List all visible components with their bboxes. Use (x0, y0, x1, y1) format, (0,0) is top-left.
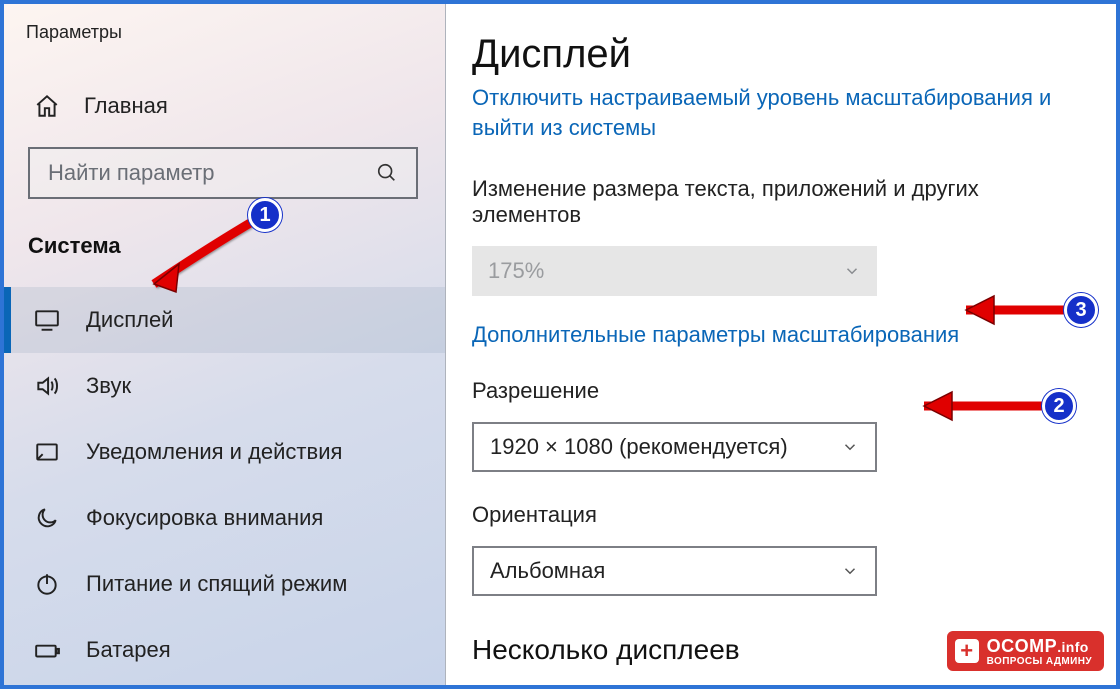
nav-item-label: Батарея (86, 637, 171, 663)
sidebar-item-home[interactable]: Главная (4, 43, 445, 147)
chevron-down-icon (843, 262, 861, 280)
resolution-select[interactable]: 1920 × 1080 (рекомендуется) (472, 422, 877, 472)
notifications-icon (34, 439, 60, 465)
signout-link[interactable]: Отключить настраиваемый уровень масштаби… (472, 83, 1072, 142)
nav-item-display[interactable]: Дисплей (4, 287, 445, 353)
home-icon (34, 93, 60, 119)
scale-value: 175% (488, 258, 544, 284)
power-icon (34, 571, 60, 597)
category-title: Система (4, 199, 445, 269)
moon-icon (34, 505, 60, 531)
chevron-down-icon (841, 438, 859, 456)
orientation-value: Альбомная (490, 558, 605, 584)
search-input-field[interactable] (48, 160, 368, 186)
nav-item-label: Питание и спящий режим (86, 571, 347, 597)
watermark-suffix: .info (1057, 639, 1089, 655)
scale-select: 175% (472, 246, 877, 296)
nav-item-focus[interactable]: Фокусировка внимания (4, 485, 445, 551)
scale-label: Изменение размера текста, приложений и д… (472, 176, 1076, 228)
main: Дисплей Отключить настраиваемый уровень … (446, 4, 1116, 685)
window-title: Параметры (4, 4, 445, 43)
page-title: Дисплей (472, 32, 1076, 77)
resolution-label: Разрешение (472, 378, 1076, 404)
watermark-small: ВОПРОСЫ АДМИНУ (987, 657, 1092, 668)
home-label: Главная (84, 93, 168, 119)
nav-item-label: Уведомления и действия (86, 439, 342, 465)
sidebar: Параметры Главная (4, 4, 446, 685)
chevron-down-icon (841, 562, 859, 580)
monitor-icon (34, 307, 60, 333)
speaker-icon (34, 373, 60, 399)
search-input[interactable] (28, 147, 418, 199)
nav-item-label: Фокусировка внимания (86, 505, 323, 531)
battery-icon (34, 637, 60, 663)
nav-item-label: Дисплей (86, 307, 173, 333)
orientation-label: Ориентация (472, 502, 1076, 528)
orientation-select[interactable]: Альбомная (472, 546, 877, 596)
nav-item-label: Звук (86, 373, 131, 399)
nav: Дисплей Звук Уве (4, 269, 445, 683)
nav-item-sound[interactable]: Звук (4, 353, 445, 419)
nav-item-battery[interactable]: Батарея (4, 617, 445, 683)
nav-item-power[interactable]: Питание и спящий режим (4, 551, 445, 617)
watermark: + OCOMP.info ВОПРОСЫ АДМИНУ (947, 631, 1104, 671)
nav-item-notifications[interactable]: Уведомления и действия (4, 419, 445, 485)
advanced-scaling-link[interactable]: Дополнительные параметры масштабирования (472, 322, 959, 348)
plus-icon: + (955, 639, 979, 663)
search-icon (376, 162, 398, 184)
resolution-value: 1920 × 1080 (рекомендуется) (490, 434, 788, 460)
watermark-big: OCOMP (987, 636, 1058, 656)
